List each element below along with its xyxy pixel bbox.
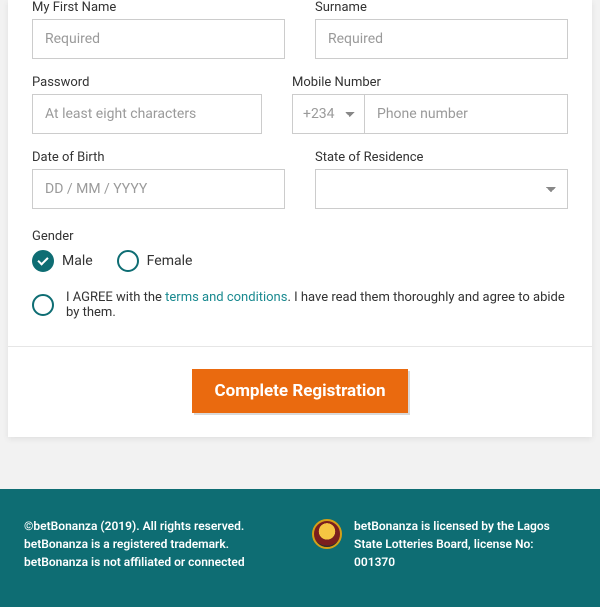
country-code-select[interactable]: +234 bbox=[293, 95, 365, 133]
phone-number-input[interactable] bbox=[365, 95, 567, 133]
dob-input[interactable] bbox=[32, 169, 285, 209]
surname-input[interactable] bbox=[315, 19, 568, 59]
footer-license: betBonanza is licensed by the Lagos Stat… bbox=[354, 517, 576, 571]
complete-registration-button[interactable]: Complete Registration bbox=[192, 369, 407, 413]
gender-male-label: Male bbox=[62, 253, 93, 269]
registration-form: My First Name Surname Password Mobile Nu… bbox=[8, 0, 592, 437]
gender-female-label: Female bbox=[147, 253, 193, 269]
terms-link[interactable]: terms and conditions bbox=[165, 290, 287, 305]
first-name-input[interactable] bbox=[32, 19, 285, 59]
gender-female-radio[interactable]: Female bbox=[117, 250, 193, 272]
first-name-label: My First Name bbox=[32, 0, 285, 15]
gender-label: Gender bbox=[32, 229, 74, 244]
password-label: Password bbox=[32, 75, 262, 90]
agree-checkbox[interactable] bbox=[32, 294, 54, 316]
footer: ©betBonanza (2019). All rights reserved.… bbox=[0, 489, 600, 607]
mobile-label: Mobile Number bbox=[292, 75, 568, 90]
footer-copyright: ©betBonanza (2019). All rights reserved.… bbox=[24, 517, 288, 571]
surname-label: Surname bbox=[315, 0, 568, 15]
dob-label: Date of Birth bbox=[32, 150, 285, 165]
password-input[interactable] bbox=[32, 94, 262, 134]
agree-text: I AGREE with the terms and conditions. I… bbox=[66, 290, 568, 320]
radio-unchecked-icon bbox=[117, 250, 139, 272]
mobile-input-group: +234 bbox=[292, 94, 568, 134]
state-select[interactable] bbox=[315, 169, 568, 209]
state-label: State of Residence bbox=[315, 150, 568, 165]
license-badge-icon bbox=[312, 519, 342, 549]
gender-male-radio[interactable]: Male bbox=[32, 250, 93, 272]
divider bbox=[8, 346, 592, 347]
radio-checked-icon bbox=[32, 250, 54, 272]
agree-row: I AGREE with the terms and conditions. I… bbox=[32, 290, 568, 320]
